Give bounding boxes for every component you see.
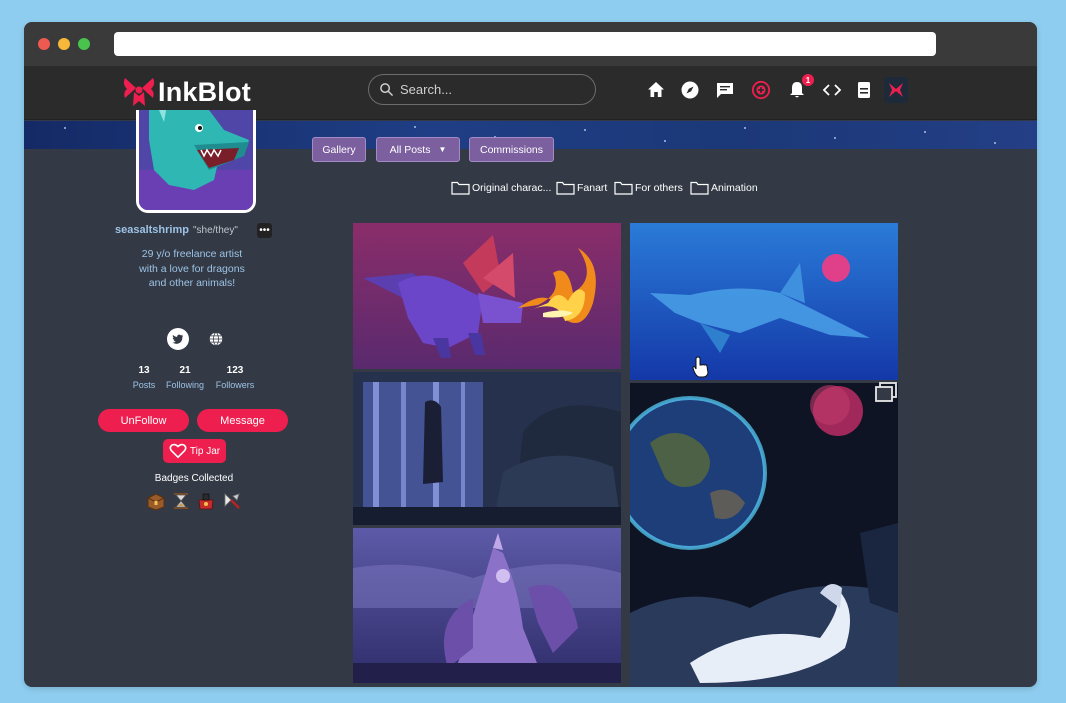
profile-stats: 13 Posts 21 Following 123 Followers: [124, 365, 264, 397]
create-post-icon[interactable]: [749, 77, 773, 103]
folder-fanart[interactable]: Fanart: [556, 179, 607, 197]
waterfall-cave-artwork: [353, 372, 621, 525]
messages-icon[interactable]: [713, 77, 737, 103]
stat-posts[interactable]: 13 Posts: [129, 365, 159, 390]
storage-icon[interactable]: [852, 77, 876, 103]
chevron-down-icon: ▼: [438, 145, 447, 154]
badges-title: Badges Collected: [154, 473, 234, 484]
treasure-chest-icon[interactable]: [145, 490, 167, 512]
stat-followers[interactable]: 123 Followers: [212, 365, 258, 390]
profile-avatar[interactable]: [136, 110, 256, 213]
bat-dragon-artwork: [353, 528, 621, 683]
explore-icon[interactable]: [678, 77, 702, 103]
unfollow-button[interactable]: UnFollow: [98, 409, 189, 432]
notifications-icon[interactable]: 1: [785, 74, 814, 103]
bag-icon[interactable]: [195, 490, 217, 512]
multiple-images-icon: [875, 382, 897, 402]
stat-following[interactable]: 21 Following: [162, 365, 208, 390]
heart-icon: [169, 443, 187, 459]
globe-icon[interactable]: [205, 328, 227, 350]
earth-space-dragon-artwork: [630, 383, 898, 687]
folder-icon: [690, 181, 709, 195]
message-button[interactable]: Message: [197, 409, 288, 432]
search-input[interactable]: [400, 82, 580, 97]
more-options-button[interactable]: •••: [257, 223, 272, 238]
minimize-window-button[interactable]: [58, 38, 70, 50]
notification-count-badge: 1: [802, 74, 814, 86]
inkblot-logo-icon: [123, 78, 155, 106]
search-icon: [380, 83, 393, 96]
tip-jar-label: Tip Jar: [189, 445, 221, 457]
tab-all-posts[interactable]: All Posts ▼: [376, 137, 460, 162]
dragon-avatar-image: [139, 110, 253, 210]
profile-username[interactable]: seasaltshrimp: [115, 224, 189, 236]
gallery-item[interactable]: [353, 372, 621, 525]
compass-icon[interactable]: [221, 490, 243, 512]
tab-commissions[interactable]: Commissions: [469, 137, 554, 162]
hand-cursor-icon: [692, 356, 709, 378]
home-icon[interactable]: [644, 77, 668, 103]
folder-for-others[interactable]: For others: [614, 179, 683, 197]
folder-icon: [614, 181, 633, 195]
tab-gallery[interactable]: Gallery: [312, 137, 366, 162]
badge-list: [145, 490, 245, 512]
close-window-button[interactable]: [38, 38, 50, 50]
purple-dragon-artwork: [353, 223, 621, 369]
maximize-window-button[interactable]: [78, 38, 90, 50]
tip-jar-button[interactable]: Tip Jar: [163, 439, 226, 463]
address-bar[interactable]: [114, 32, 936, 56]
folder-icon: [556, 181, 575, 195]
browser-chrome: [24, 22, 1037, 66]
gallery-item[interactable]: [630, 223, 898, 380]
gallery-item[interactable]: [630, 383, 898, 687]
code-icon[interactable]: [820, 77, 844, 103]
hourglass-icon[interactable]: [170, 490, 192, 512]
gallery-item[interactable]: [353, 223, 621, 369]
site-logo[interactable]: InkBlot: [121, 74, 251, 110]
folder-animation[interactable]: Animation: [690, 179, 758, 197]
profile-bio: 29 y/o freelance artist with a love for …: [139, 248, 245, 289]
browser-window: InkBlot 1: [24, 22, 1037, 687]
search-bar[interactable]: [368, 74, 596, 105]
site-name: InkBlot: [158, 76, 251, 107]
profile-pronouns: "she/they": [192, 224, 238, 236]
user-avatar-icon[interactable]: [884, 77, 908, 103]
folder-original-characters[interactable]: Original charac...: [451, 179, 551, 197]
gallery-item[interactable]: [353, 528, 621, 683]
whale-artwork: [630, 223, 898, 380]
twitter-icon[interactable]: [167, 328, 189, 350]
folder-icon: [451, 181, 470, 195]
